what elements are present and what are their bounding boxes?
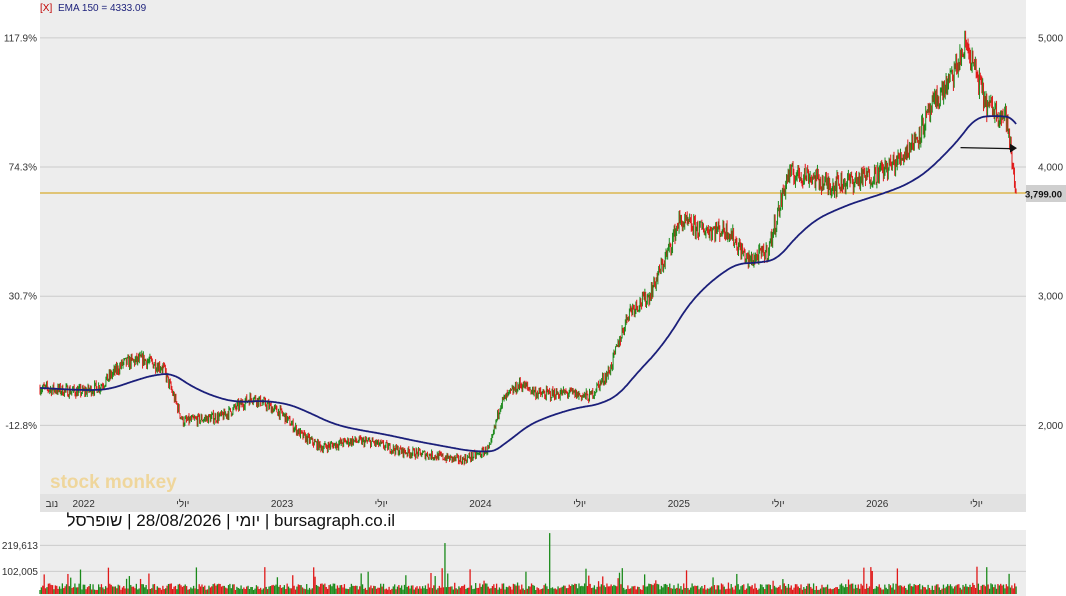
left-axis-tick: -12.8% (5, 421, 37, 432)
x-axis-tick: 2022 (73, 499, 96, 510)
x-axis-tick: 2025 (668, 499, 691, 510)
legend-ema: EMA 150 = 4333.09 (58, 3, 147, 14)
right-axis-tick: 4,000 (1038, 163, 1063, 174)
x-axis-tick: 2026 (866, 499, 889, 510)
x-axis: נוב 2022 יולי 2023 יולי 2024 יולי 2025 יולי 2026 י… (40, 494, 1026, 512)
left-axis-tick: 30.7% (9, 292, 37, 303)
legend-close-marker[interactable]: [X] (40, 3, 52, 14)
x-axis-tick: יולי (375, 498, 388, 510)
last-price-label: 3,799.00 (1025, 189, 1062, 200)
volume-axis-tick: 219,613 (2, 541, 39, 552)
left-axis-tick: 117.9% (4, 33, 37, 44)
x-axis-tick: יולי (771, 498, 784, 510)
x-axis-tick: 2023 (271, 499, 294, 510)
stock-chart[interactable]: 117.9% 74.3% 30.7% -12.8% 5,000 4,000 3,000 2,… (0, 0, 1066, 596)
x-axis-tick: יולי (573, 498, 586, 510)
right-axis-tick: 2,000 (1038, 421, 1063, 432)
chart-footer-caption: יומי | 28/08/2026 | שופרסל | bursagraph.… (66, 511, 395, 530)
x-axis-tick: יולי (176, 498, 189, 510)
x-axis-tick: יולי (970, 498, 983, 510)
left-axis-tick: 74.3% (9, 163, 37, 174)
watermark-logo: stock monkey (50, 472, 177, 493)
x-axis-tick: 2024 (469, 499, 492, 510)
volume-axis-tick: 102,005 (2, 567, 39, 578)
x-axis-tick: נוב (46, 499, 59, 510)
right-axis-tick: 3,000 (1038, 292, 1063, 303)
right-axis-tick: 5,000 (1038, 33, 1063, 44)
price-panel (40, 0, 1026, 512)
last-price-badge: 3,799.00 (1025, 184, 1066, 202)
